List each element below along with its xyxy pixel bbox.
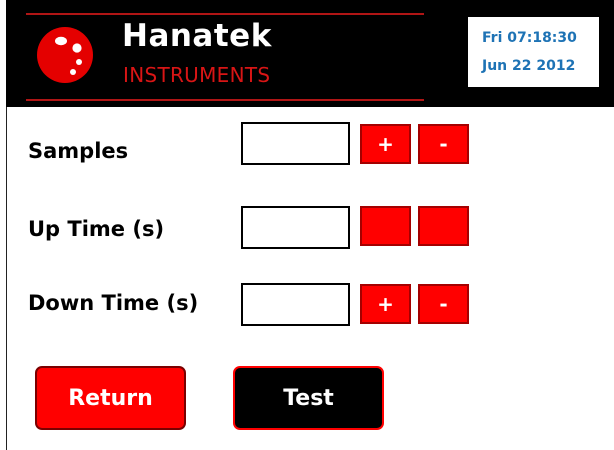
- up-time-label: Up Time (s): [28, 217, 165, 241]
- down-time-decrement-button[interactable]: -: [418, 284, 469, 324]
- samples-decrement-button[interactable]: -: [418, 124, 469, 164]
- samples-input[interactable]: [241, 122, 350, 165]
- up-time-input[interactable]: [241, 206, 350, 249]
- up-time-decrement-button[interactable]: [418, 206, 469, 246]
- return-button[interactable]: Return: [35, 366, 186, 430]
- clock-date: Jun 22 2012: [482, 58, 576, 74]
- samples-increment-button[interactable]: +: [360, 124, 411, 164]
- down-time-label: Down Time (s): [28, 291, 199, 315]
- clock-time: Fri 07:18:30: [482, 30, 577, 46]
- hanatek-logo-icon: [37, 27, 93, 83]
- header-bar: Hanatek INSTRUMENTS Fri 07:18:30 Jun 22 …: [6, 0, 614, 107]
- header-divider-bottom: [26, 99, 424, 101]
- down-time-input[interactable]: [241, 283, 350, 326]
- clock-display: Fri 07:18:30 Jun 22 2012: [467, 16, 600, 88]
- header-divider-top: [26, 13, 424, 15]
- up-time-increment-button[interactable]: [360, 206, 411, 246]
- down-time-increment-button[interactable]: +: [360, 284, 411, 324]
- test-button[interactable]: Test: [233, 366, 384, 430]
- brand-subtitle: INSTRUMENTS: [123, 63, 271, 87]
- brand-name: Hanatek: [122, 18, 272, 54]
- samples-label: Samples: [28, 139, 129, 163]
